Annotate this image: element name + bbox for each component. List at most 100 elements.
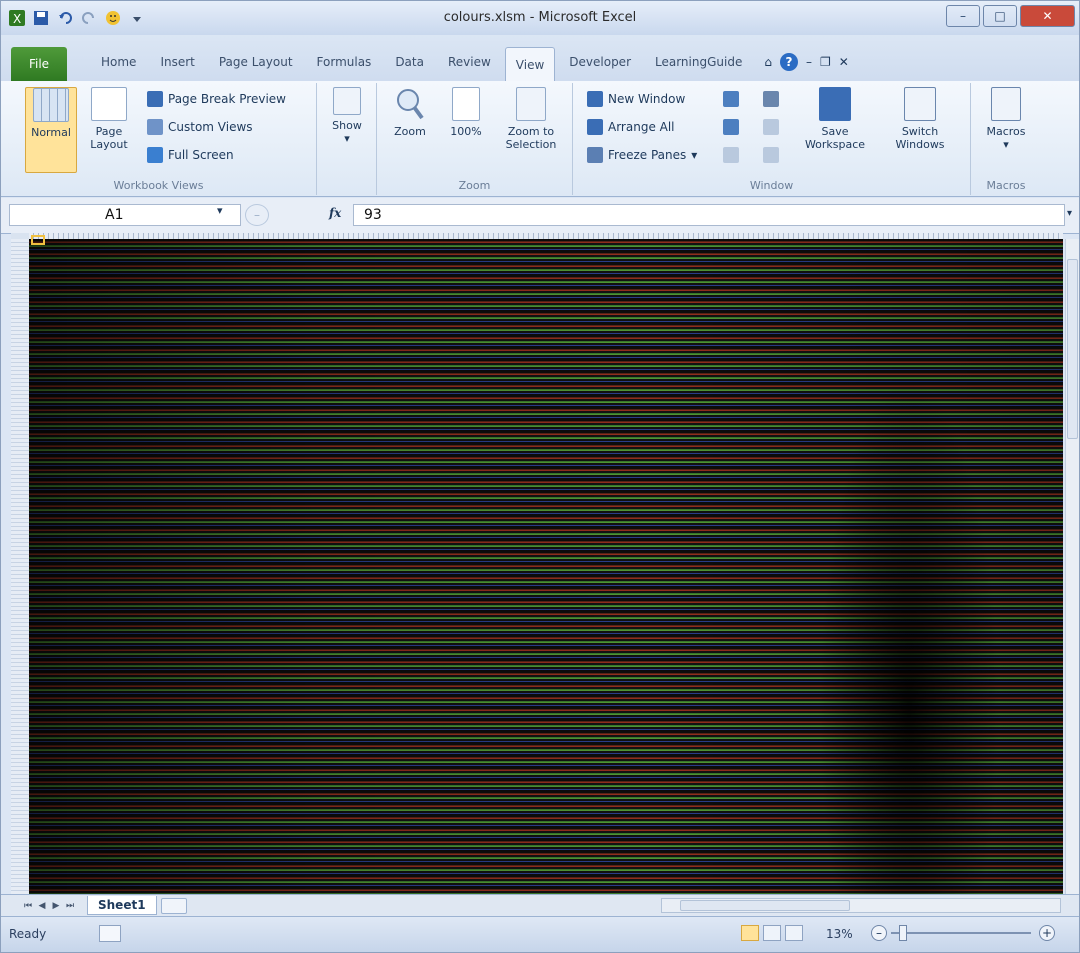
new-window-icon: [587, 91, 603, 107]
insert-function-button[interactable]: fx: [329, 206, 341, 220]
show-dropdown-icon: ▾: [344, 132, 350, 145]
page-layout-label: Page Layout: [90, 125, 128, 151]
page-break-preview-button[interactable]: Page Break Preview: [147, 91, 286, 107]
close-button[interactable]: ✕: [1020, 5, 1075, 27]
tab-formulas[interactable]: Formulas: [307, 47, 382, 77]
tab-learningguide[interactable]: LearningGuide: [645, 47, 752, 77]
tab-developer[interactable]: Developer: [559, 47, 641, 77]
save-workspace-button[interactable]: Save Workspace: [799, 87, 871, 151]
arrange-all-icon: [587, 119, 603, 135]
tab-review[interactable]: Review: [438, 47, 501, 77]
status-bar: Ready 13% – +: [1, 916, 1079, 952]
zoom-to-selection-icon: [516, 87, 546, 121]
arrange-all-button[interactable]: Arrange All: [587, 119, 675, 135]
last-sheet-icon[interactable]: ⏭: [63, 901, 77, 911]
status-ready: Ready: [9, 927, 47, 941]
ribbon: Normal Page Layout Page Break Preview Cu…: [1, 81, 1079, 197]
view-side-by-side-button[interactable]: [763, 91, 779, 107]
zoom-level[interactable]: 13%: [826, 927, 853, 941]
zoom-group-label: Zoom: [458, 179, 491, 192]
freeze-panes-button[interactable]: Freeze Panes ▾: [587, 147, 697, 163]
window-restore-icon[interactable]: ❐: [820, 55, 831, 69]
arrange-all-label: Arrange All: [608, 120, 675, 134]
switch-windows-button[interactable]: Switch Windows: [879, 87, 961, 151]
zoom-slider-thumb[interactable]: [899, 925, 907, 941]
reset-window-position-button[interactable]: [763, 147, 779, 163]
split-button[interactable]: [723, 91, 739, 107]
unhide-icon: [723, 147, 739, 163]
hide-button[interactable]: [723, 119, 739, 135]
full-screen-icon: [147, 147, 163, 163]
page-layout-button[interactable]: Page Layout: [83, 87, 135, 151]
zoom-100-icon: [452, 87, 480, 121]
zoom-to-selection-button[interactable]: Zoom to Selection: [495, 87, 567, 151]
unhide-button[interactable]: [723, 147, 739, 163]
next-sheet-icon[interactable]: ▶: [49, 901, 63, 911]
tab-file[interactable]: File: [11, 47, 67, 81]
zoom-slider[interactable]: [891, 932, 1031, 934]
workbook-views-label: Workbook Views: [113, 179, 204, 192]
new-window-button[interactable]: New Window: [587, 91, 685, 107]
show-button[interactable]: Show ▾: [323, 87, 371, 145]
record-macro-icon[interactable]: [99, 925, 121, 942]
reset-window-position-icon: [763, 147, 779, 163]
hide-icon: [723, 119, 739, 135]
group-window: New Window Arrange All Freeze Panes ▾ Sav…: [573, 83, 971, 195]
horizontal-scroll-thumb[interactable]: [680, 900, 850, 911]
page-layout-status-button[interactable]: [763, 925, 781, 941]
custom-views-label: Custom Views: [168, 120, 253, 134]
normal-view-button[interactable]: Normal: [25, 87, 77, 173]
new-window-label: New Window: [608, 92, 686, 106]
insert-sheet-icon[interactable]: [160, 897, 187, 914]
save-workspace-icon: [819, 87, 851, 121]
minimize-ribbon-icon[interactable]: ⌂: [764, 55, 772, 69]
split-icon: [723, 91, 739, 107]
group-macros: Macros ▾ Macros: [971, 83, 1041, 195]
tab-view[interactable]: View: [504, 47, 556, 81]
tab-home[interactable]: Home: [91, 47, 146, 77]
sheet-tab-sheet1[interactable]: Sheet1: [87, 896, 157, 915]
tab-insert[interactable]: Insert: [150, 47, 204, 77]
help-icon[interactable]: ?: [779, 53, 798, 71]
row-headers[interactable]: [11, 239, 29, 894]
window-close-icon[interactable]: ✕: [839, 55, 849, 69]
zoom-to-selection-label: Zoom to Selection: [505, 125, 557, 151]
zoom-100-button[interactable]: 100%: [443, 87, 489, 138]
normal-view-label: Normal: [31, 126, 71, 139]
tab-page-layout[interactable]: Page Layout: [209, 47, 303, 77]
custom-views-button[interactable]: Custom Views: [147, 119, 253, 135]
macros-icon: [991, 87, 1021, 121]
name-box[interactable]: A1: [9, 204, 241, 226]
maximize-button[interactable]: □: [983, 5, 1017, 27]
zoom-out-button[interactable]: –: [871, 925, 887, 941]
page-break-preview-icon: [147, 91, 163, 107]
formula-options-icon[interactable]: –: [245, 204, 269, 226]
expand-formula-bar-icon[interactable]: ▾: [1067, 208, 1072, 219]
vertical-scrollbar[interactable]: [1065, 239, 1079, 894]
horizontal-scrollbar[interactable]: [661, 898, 1061, 913]
macros-button[interactable]: Macros ▾: [979, 87, 1033, 151]
switch-windows-label: Switch Windows: [895, 125, 945, 151]
zoom-button[interactable]: Zoom: [385, 87, 435, 138]
window-minimize-icon[interactable]: –: [806, 55, 812, 69]
first-sheet-icon[interactable]: ⏮: [21, 901, 35, 911]
tab-data[interactable]: Data: [385, 47, 434, 77]
group-show: Show ▾: [317, 83, 377, 195]
show-label: Show: [332, 119, 362, 132]
freeze-panes-label: Freeze Panes: [608, 148, 687, 162]
excel-window: X colours.xlsm - Microsoft Excel – □ ✕ F…: [0, 0, 1080, 953]
full-screen-button[interactable]: Full Screen: [147, 147, 234, 163]
synchronous-scrolling-button[interactable]: [763, 119, 779, 135]
page-break-status-button[interactable]: [785, 925, 803, 941]
formula-input[interactable]: 93: [353, 204, 1065, 226]
prev-sheet-icon[interactable]: ◀: [35, 901, 49, 911]
zoom-in-button[interactable]: +: [1039, 925, 1055, 941]
magnifier-icon: [392, 87, 428, 121]
macros-label: Macros: [986, 125, 1026, 138]
name-box-dropdown-icon[interactable]: ▾: [217, 204, 223, 217]
worksheet-grid[interactable]: [29, 239, 1063, 894]
minimize-button[interactable]: –: [946, 5, 980, 27]
vertical-scroll-thumb[interactable]: [1067, 259, 1078, 439]
switch-windows-icon: [904, 87, 936, 121]
normal-view-status-button[interactable]: [741, 925, 759, 941]
